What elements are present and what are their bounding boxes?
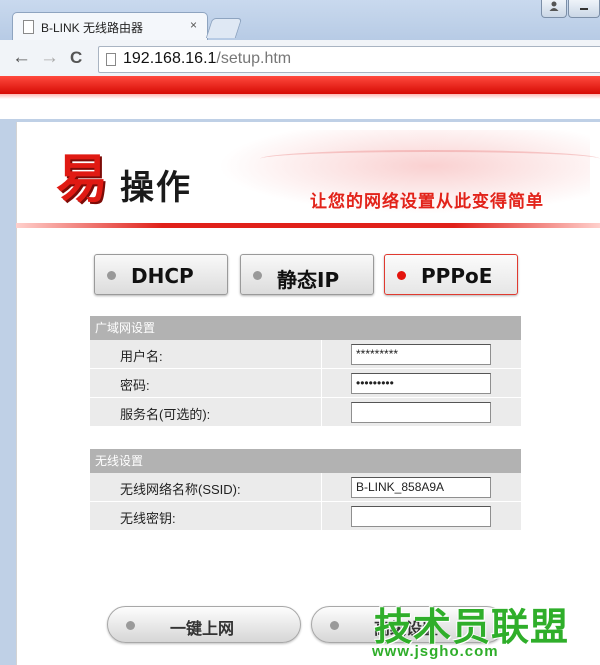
radio-dot-icon — [107, 271, 116, 280]
username-row: 用户名: ********* — [90, 340, 521, 369]
browser-tab[interactable]: B-LINK 无线路由器 × — [12, 12, 208, 40]
ssid-field[interactable]: B-LINK_858A9A — [351, 477, 491, 498]
header-rule — [16, 223, 600, 228]
header-red-bar-shade — [0, 94, 600, 99]
page-favicon-icon — [23, 20, 34, 34]
new-tab-button[interactable] — [205, 18, 243, 38]
mode-static-ip-button[interactable]: 静态IP — [240, 254, 374, 295]
ssid-label: 无线网络名称(SSID): — [120, 482, 241, 497]
mode-label: DHCP — [131, 264, 194, 288]
password-field[interactable]: ••••••••• — [351, 373, 491, 394]
browser-tab-bar: B-LINK 无线路由器 × — [0, 0, 600, 40]
logo-main-char: 易 — [56, 149, 109, 210]
wan-section-header: 广域网设置 — [90, 316, 521, 340]
radio-dot-icon — [397, 271, 406, 280]
wireless-section-header: 无线设置 — [90, 449, 521, 473]
wireless-key-label: 无线密钥: — [120, 511, 176, 526]
tab-title: B-LINK 无线路由器 — [41, 21, 144, 35]
row-divider — [321, 340, 322, 369]
mode-label: PPPoE — [421, 264, 493, 288]
person-icon — [549, 1, 559, 11]
tab-close-icon[interactable]: × — [190, 18, 197, 32]
url-host: 192.168.16.1 — [123, 50, 217, 67]
page-icon — [106, 53, 116, 66]
mode-label: 静态IP — [277, 268, 340, 292]
minimize-icon — [580, 8, 588, 10]
user-icon[interactable] — [541, 0, 567, 18]
reload-icon[interactable]: C — [70, 48, 82, 68]
radio-dot-icon — [253, 271, 262, 280]
row-divider — [321, 502, 322, 531]
service-name-row: 服务名(可选的): — [90, 398, 521, 427]
wireless-key-row: 无线密钥: — [90, 502, 521, 531]
logo-sub-text: 操作 — [120, 168, 192, 208]
header-red-bar — [0, 76, 600, 94]
watermark-url: www.jsgho.com — [372, 643, 499, 660]
button-label: 一键上网 — [170, 621, 235, 638]
address-bar[interactable]: 192.168.16.1/setup.htm — [98, 46, 600, 73]
password-row: 密码: ••••••••• — [90, 369, 521, 398]
one-click-connect-button[interactable]: 一键上网 — [107, 606, 301, 643]
tagline: 让您的网络设置从此变得简单 — [310, 192, 544, 211]
username-label: 用户名: — [120, 349, 163, 364]
row-divider — [321, 369, 322, 398]
button-dot-icon — [330, 621, 339, 630]
wireless-key-field[interactable] — [351, 506, 491, 527]
button-dot-icon — [126, 621, 135, 630]
ssid-row: 无线网络名称(SSID): B-LINK_858A9A — [90, 473, 521, 502]
password-label: 密码: — [120, 378, 150, 393]
url-path: /setup.htm — [216, 50, 292, 67]
mode-dhcp-button[interactable]: DHCP — [94, 254, 228, 295]
banner-swoosh — [260, 150, 600, 168]
mode-pppoe-button[interactable]: PPPoE — [384, 254, 518, 295]
forward-icon[interactable]: → — [40, 48, 59, 68]
row-divider — [321, 398, 322, 427]
url-text: 192.168.16.1/setup.htm — [123, 50, 291, 68]
back-icon[interactable]: ← — [12, 48, 31, 68]
service-name-label: 服务名(可选的): — [120, 407, 211, 422]
row-divider — [321, 473, 322, 502]
minimize-button[interactable] — [568, 0, 600, 18]
service-name-field[interactable] — [351, 402, 491, 423]
username-field[interactable]: ********* — [351, 344, 491, 365]
